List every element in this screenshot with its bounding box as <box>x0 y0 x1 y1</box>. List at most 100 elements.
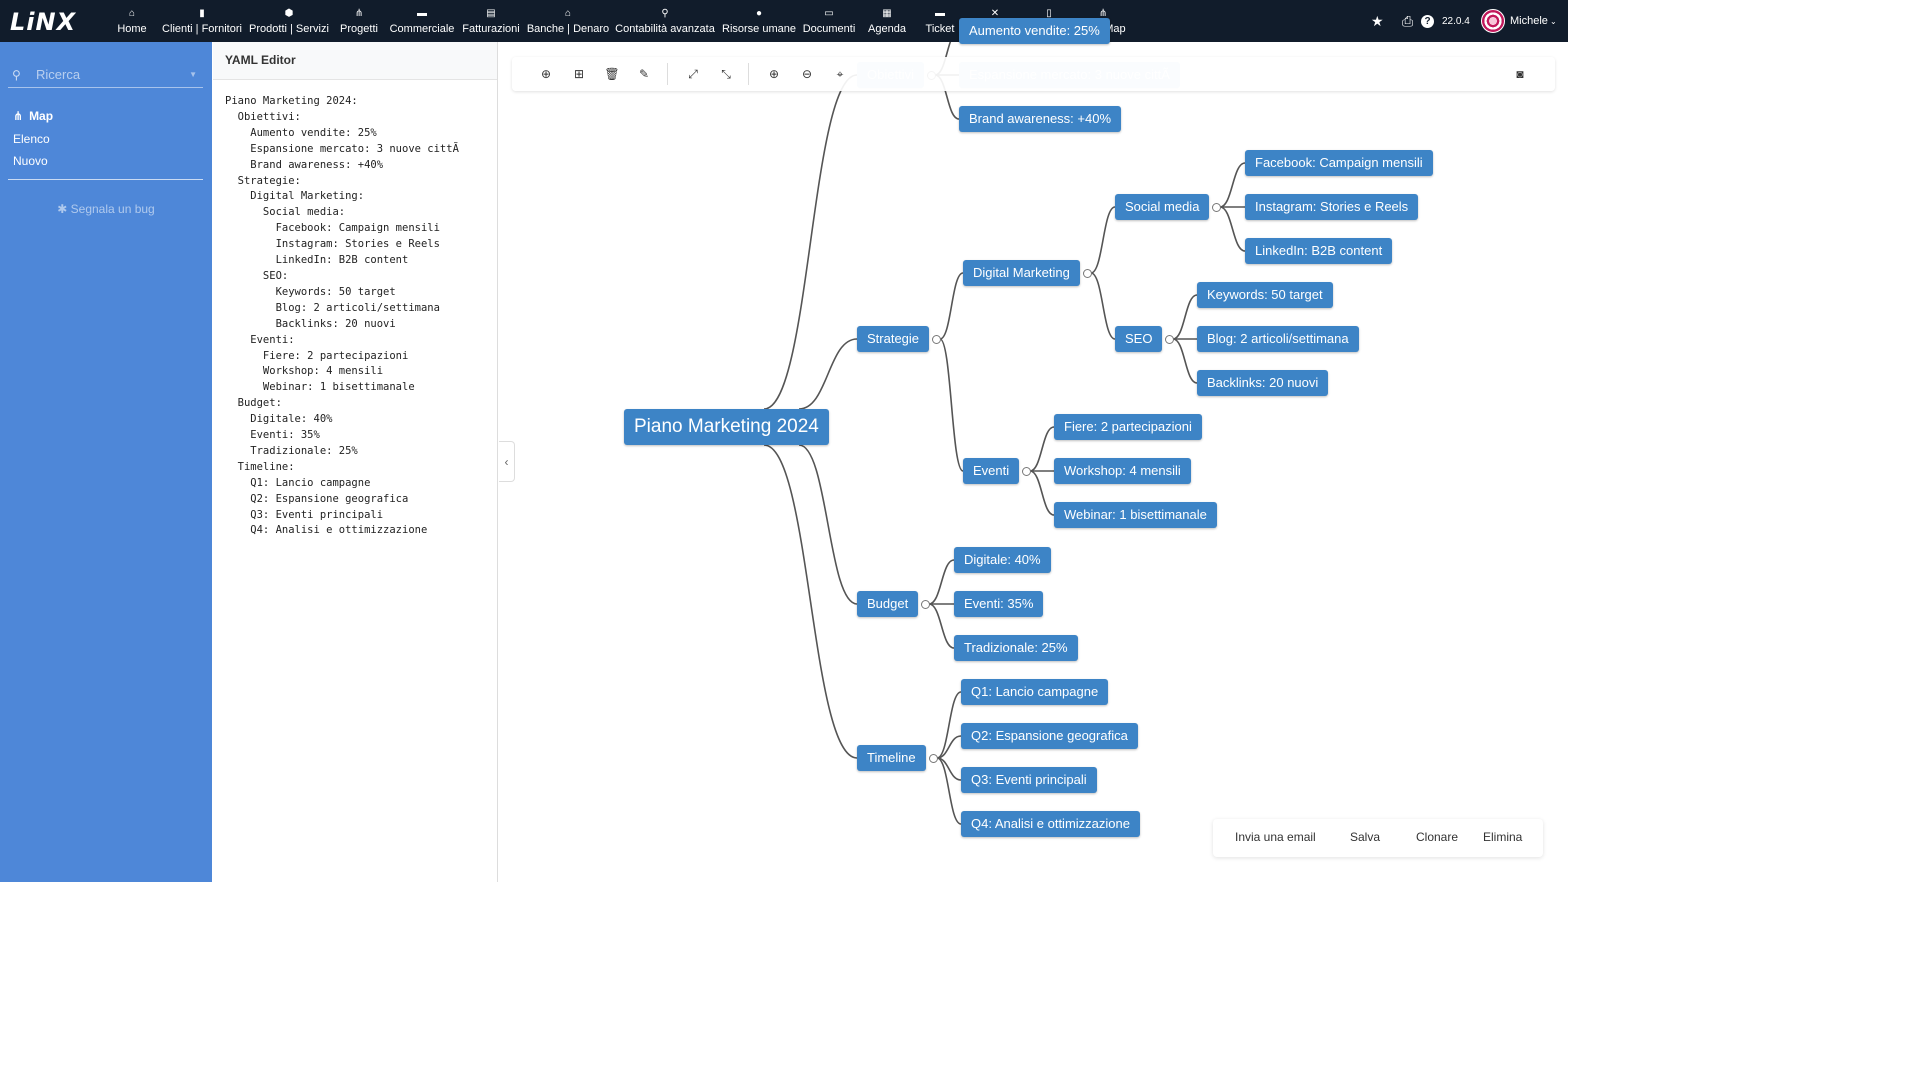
collapse-toggle[interactable] <box>1021 466 1031 476</box>
mindmap-node[interactable]: Digital Marketing <box>963 260 1080 286</box>
mindmap-node[interactable]: Facebook: Campaign mensili <box>1245 150 1433 176</box>
mindmap-node[interactable]: Brand awareness: +40% <box>959 106 1122 132</box>
delete-button[interactable]: Elimina <box>1483 830 1522 844</box>
bug-report-link[interactable]: ✱ Segnala un bug <box>0 202 212 216</box>
nav-item-clienti-fornitori[interactable]: ▮ Clienti | Fornitori <box>162 6 242 38</box>
connection-line <box>939 272 964 340</box>
mindmap-node[interactable]: Webinar: 1 bisettimanale <box>1054 502 1217 528</box>
mindmap-node[interactable]: Instagram: Stories e Reels <box>1245 194 1419 220</box>
mindmap-node-timeline[interactable]: Timeline <box>857 745 926 771</box>
chevron-down-icon[interactable]: ▼ <box>189 70 197 79</box>
yaml-editor-panel: YAML Editor Piano Marketing 2024: Obiett… <box>213 42 498 882</box>
edit-icon[interactable]: ✎ <box>634 64 654 84</box>
connection-line <box>1219 162 1246 208</box>
search-placeholder: Ricerca <box>36 67 81 82</box>
chevron-down-icon[interactable]: ⌄ <box>1550 0 1557 42</box>
nav-item-label: Prodotti | Servizi <box>249 23 329 35</box>
mindmap-node[interactable]: Q3: Eventi principali <box>961 767 1097 793</box>
nav-item-ticket[interactable]: ▬ Ticket <box>926 6 955 38</box>
nav-item-label: Fatturazioni <box>462 23 520 35</box>
yaml-line: LinkedIn: B2B content <box>225 254 409 267</box>
sidebar-item-map[interactable]: ⋔ Map <box>13 109 53 123</box>
center-icon[interactable]: ⌖ <box>830 64 850 84</box>
collapse-toggle[interactable] <box>1164 334 1174 344</box>
mindmap-node[interactable]: LinkedIn: B2B content <box>1245 238 1393 264</box>
camera-icon[interactable]: ◙ <box>1510 64 1530 84</box>
collapse-panel-button[interactable]: ‹ <box>499 441 515 482</box>
nav-item-banche-denaro[interactable]: ⌂ Banche | Denaro <box>527 6 609 38</box>
mindmap-root-node[interactable]: Piano Marketing 2024 <box>624 409 829 445</box>
sidebar-item-elenco[interactable]: Elenco <box>13 132 50 146</box>
mindmap-node[interactable]: Aumento vendite: 25% <box>959 18 1110 44</box>
yaml-line: Digital Marketing: <box>225 190 365 203</box>
mindmap-node[interactable]: Social media <box>1115 194 1210 220</box>
mindmap-node[interactable]: Q1: Lancio campagne <box>961 679 1109 705</box>
action-bar: Invia una email Salva Clonare Elimina <box>1213 819 1543 857</box>
nav-item-fatturazioni[interactable]: ▤ Fatturazioni <box>462 6 519 38</box>
app-logo[interactable]: LiNX <box>10 8 76 36</box>
version-label: 22.0.4 <box>1442 15 1470 27</box>
connection-line <box>763 74 858 410</box>
yaml-editor-textarea[interactable]: Piano Marketing 2024: Obiettivi: Aumento… <box>225 94 459 539</box>
mindmap-node[interactable]: Workshop: 4 mensili <box>1054 458 1191 484</box>
mindmap-node[interactable]: Keywords: 50 target <box>1197 282 1333 308</box>
chevron-left-icon: ‹ <box>504 454 509 469</box>
collapse-toggle[interactable] <box>1082 268 1092 278</box>
help-icon[interactable]: ? <box>1421 14 1434 28</box>
zoom-in-icon[interactable]: ⊕ <box>764 64 784 84</box>
expand-icon[interactable]: ⤢ <box>683 64 703 84</box>
nav-item-risorse-umane[interactable]: ● Risorse umane <box>722 6 796 38</box>
nav-item-label: Clienti | Fornitori <box>162 23 242 35</box>
mindmap-node[interactable]: Digitale: 40% <box>954 547 1051 573</box>
nav-item-label: Risorse umane <box>722 23 796 35</box>
nav-item-documenti[interactable]: ▭ Documenti <box>803 6 856 38</box>
compress-icon[interactable]: ⤡ <box>716 64 736 84</box>
save-button[interactable]: Salva <box>1350 830 1380 844</box>
print-icon[interactable]: ⎙ <box>1402 0 1413 42</box>
yaml-line: SEO: <box>225 269 289 282</box>
yaml-line: Q2: Espansione geografica <box>225 492 409 505</box>
zoom-out-icon[interactable]: ⊖ <box>797 64 817 84</box>
mindmap-node[interactable]: Eventi <box>963 458 1020 484</box>
clone-button[interactable]: Clonare <box>1416 830 1458 844</box>
send-email-button[interactable]: Invia una email <box>1235 830 1316 844</box>
mindmap-node[interactable]: Eventi: 35% <box>954 591 1044 617</box>
calendar-icon: ▦ <box>882 8 892 19</box>
nav-item-contabilit-avanzata[interactable]: ⚲ Contabilità avanzata <box>615 6 715 38</box>
mindmap-node[interactable]: Tradizionale: 25% <box>954 635 1078 661</box>
nav-item-home[interactable]: ⌂ Home <box>117 6 146 38</box>
nav-item-commerciale[interactable]: ▬ Commerciale <box>390 6 455 38</box>
nav-item-agenda[interactable]: ▦ Agenda <box>868 6 906 38</box>
mindmap-node[interactable]: Blog: 2 articoli/settimana <box>1197 326 1359 352</box>
mindmap-node[interactable]: SEO <box>1115 326 1163 352</box>
collapse-toggle[interactable] <box>1211 202 1221 212</box>
bug-report-label: Segnala un bug <box>70 202 155 216</box>
mindmap-toolbar: ⊕ ⊞ 🗑 ✎ ⤢ ⤡ ⊕ ⊖ ⌖ ◙ <box>512 57 1555 91</box>
sidebar-item-label: Map <box>29 109 54 123</box>
mindmap-node-budget[interactable]: Budget <box>857 591 919 617</box>
nav-item-prodotti-servizi[interactable]: ⬢ Prodotti | Servizi <box>249 6 329 38</box>
collapse-toggle[interactable] <box>920 599 930 609</box>
sidebar-item-nuovo[interactable]: Nuovo <box>13 154 48 168</box>
search-input[interactable]: ⚲ Ricerca ▼ <box>8 62 203 88</box>
avatar[interactable] <box>1481 9 1505 33</box>
add-node-icon[interactable]: ⊕ <box>536 64 556 84</box>
nav-item-progetti[interactable]: ⋔ Progetti <box>340 6 378 38</box>
yaml-line: Q3: Eventi principali <box>225 508 384 521</box>
mindmap-node-strategie[interactable]: Strategie <box>857 326 930 352</box>
yaml-line: Instagram: Stories e Reels <box>225 238 440 251</box>
mindmap-node[interactable]: Backlinks: 20 nuovi <box>1197 370 1329 396</box>
collapse-toggle[interactable] <box>928 753 938 763</box>
panel-title: YAML Editor <box>213 42 497 80</box>
collapse-toggle[interactable] <box>931 334 941 344</box>
delete-icon[interactable]: 🗑 <box>602 64 622 84</box>
user-name[interactable]: Michele <box>1510 15 1548 27</box>
yaml-line: Social media: <box>225 206 346 219</box>
mindmap-node[interactable]: Q4: Analisi e ottimizzazione <box>961 811 1140 837</box>
mindmap-node[interactable]: Fiere: 2 partecipazioni <box>1054 414 1202 440</box>
star-icon[interactable]: ★ <box>1371 0 1384 42</box>
connection-line <box>1172 294 1198 340</box>
add-child-icon[interactable]: ⊞ <box>569 64 589 84</box>
mindmap-node[interactable]: Q2: Espansione geografica <box>961 723 1138 749</box>
mindmap-canvas[interactable]: Piano Marketing 2024ObiettiviStrategieBu… <box>499 18 1568 882</box>
